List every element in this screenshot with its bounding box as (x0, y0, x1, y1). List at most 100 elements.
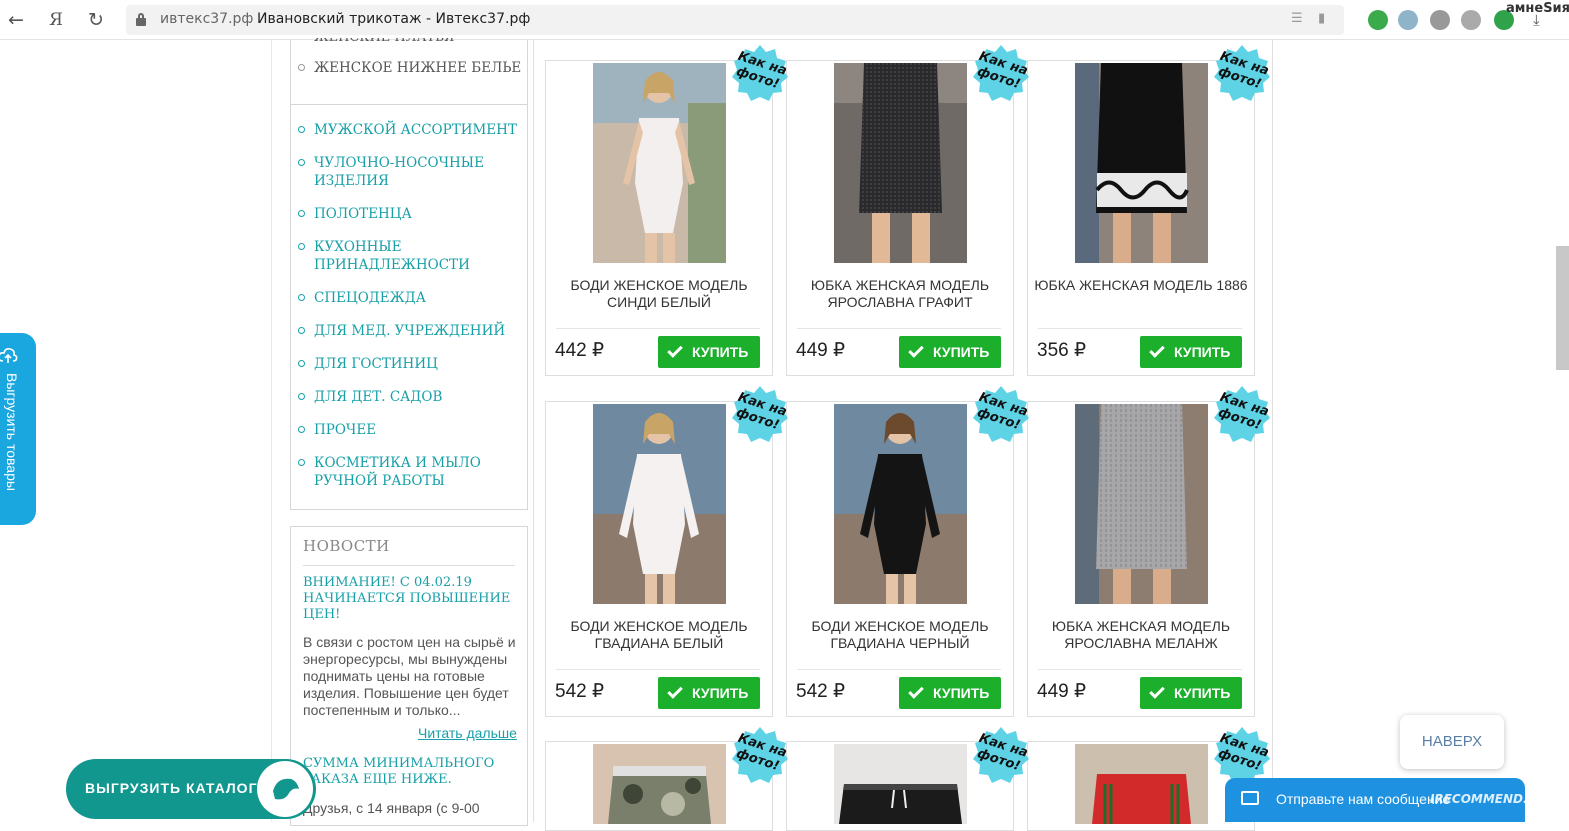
photo-badge: Как на фото! (1213, 44, 1271, 101)
product-photo[interactable] (593, 744, 726, 824)
photo-badge: Как на фото! (731, 44, 789, 101)
photo-badge: Как на фото! (1213, 726, 1271, 783)
buy-button[interactable]: КУПИТЬ (899, 677, 1001, 709)
product-card[interactable]: БОДИ ЖЕНСКОЕ МОДЕЛЬ ГВАДИАНА БЕЛЫЙ 542 ₽… (545, 401, 773, 717)
buy-button[interactable]: КУПИТЬ (658, 336, 760, 368)
photo-badge: Как на фото! (972, 726, 1030, 783)
product-name[interactable]: БОДИ ЖЕНСКОЕ МОДЕЛЬ ГВАДИАНА ЧЕРНЫЙ (791, 618, 1009, 652)
news-headline-link[interactable]: СУММА МИНИМАЛЬНОГО ЗАКАЗА ЕЩЕ НИЖЕ. (303, 756, 517, 788)
product-name[interactable]: БОДИ ЖЕНСКОЕ МОДЕЛЬ ГВАДИАНА БЕЛЫЙ (550, 618, 768, 652)
export-goods-label: Выгрузить товары (4, 373, 20, 491)
menu-item-men[interactable]: МУЖСКОЙ АССОРТИМЕНТ (298, 121, 528, 139)
check-icon (667, 683, 683, 699)
bookmark-icon[interactable]: ▮ (1318, 11, 1325, 26)
extension-icon[interactable] (1368, 10, 1388, 30)
product-card[interactable]: БОДИ ЖЕНСКОЕ МОДЕЛЬ ГВАДИАНА ЧЕРНЫЙ 542 … (786, 401, 1014, 717)
menu-item-kitchen[interactable]: КУХОННЫЕ ПРИНАДЛЕЖНОСТИ (298, 238, 528, 274)
product-card[interactable]: ЮБКА ЖЕНСКАЯ МОДЕЛЬ ЯРОСЛАВНА МЕЛАНЖ 449… (1027, 401, 1255, 717)
scrollbar-thumb[interactable] (1556, 246, 1569, 370)
check-icon (1149, 342, 1165, 358)
product-price: 542 ₽ (555, 681, 605, 702)
menu-item-hosiery[interactable]: ЧУЛОЧНО-НОСОЧНЫЕ ИЗДЕЛИЯ (298, 154, 528, 190)
browser-toolbar: ← Я ↻ ивтекс37.рф Ивановский трикотаж - … (0, 0, 1569, 40)
menu-item-cosmetics[interactable]: КОСМЕТИКА И МЫЛО РУЧНОЙ РАБОТЫ (298, 454, 528, 490)
divider (556, 669, 760, 670)
product-price: 442 ₽ (555, 340, 605, 361)
catalog-menu (290, 40, 528, 510)
photo-badge: Как на фото! (972, 44, 1030, 101)
product-name[interactable]: ЮБКА ЖЕНСКАЯ МОДЕЛЬ ЯРОСЛАВНА ГРАФИТ (791, 277, 1009, 311)
divider (290, 104, 528, 105)
chat-widget-label[interactable]: Отправьте нам сообщение (1276, 791, 1450, 807)
menu-item-towels[interactable]: ПОЛОТЕНЦА (298, 205, 528, 223)
photo-badge: Как на фото! (731, 726, 789, 783)
buy-button[interactable]: КУПИТЬ (1140, 677, 1242, 709)
bullet-icon (298, 327, 305, 334)
product-photo[interactable] (834, 744, 967, 824)
buy-button[interactable]: КУПИТЬ (1140, 336, 1242, 368)
extension-icon[interactable] (1430, 10, 1450, 30)
product-photo[interactable] (1075, 744, 1208, 824)
globe-icon[interactable] (1461, 10, 1481, 30)
page-title: Ивановский трикотаж - Ивтекс37.рф (257, 11, 531, 27)
product-name[interactable]: ЮБКА ЖЕНСКАЯ МОДЕЛЬ 1886 (1032, 277, 1250, 294)
catalog-logo-icon[interactable] (257, 761, 313, 817)
product-photo[interactable] (834, 63, 967, 263)
divider (556, 328, 760, 329)
bullet-icon (298, 64, 305, 71)
news-excerpt: В связи с ростом цен на сырьё и энергоре… (303, 634, 516, 718)
product-photo[interactable] (593, 63, 726, 263)
cloud-upload-icon (0, 348, 18, 363)
product-name[interactable]: БОДИ ЖЕНСКОЕ МОДЕЛЬ СИНДИ БЕЛЫЙ (550, 277, 768, 311)
product-price: 449 ₽ (796, 340, 846, 361)
buy-button[interactable]: КУПИТЬ (899, 336, 1001, 368)
divider (797, 669, 1001, 670)
menu-item-workwear[interactable]: СПЕЦОДЕЖДА (298, 289, 528, 307)
photo-badge: Как на фото! (1213, 385, 1271, 442)
divider (1038, 328, 1242, 329)
export-goods-tab[interactable]: Выгрузить товары (0, 333, 36, 525)
product-card[interactable]: БОДИ ЖЕНСКОЕ МОДЕЛЬ СИНДИ БЕЛЫЙ 442 ₽ КУ… (545, 60, 773, 376)
bullet-icon (298, 294, 305, 301)
bullet-icon (298, 159, 305, 166)
product-photo[interactable] (593, 404, 726, 604)
menu-item-medical[interactable]: ДЛЯ МЕД. УЧРЕЖДЕНИЙ (298, 322, 528, 340)
buy-button[interactable]: КУПИТЬ (658, 677, 760, 709)
check-icon (1149, 683, 1165, 699)
watermark: IRECOMMEND.RU (1430, 792, 1547, 806)
back-icon[interactable]: ← (4, 8, 28, 32)
bullet-icon (298, 243, 305, 250)
yandex-icon[interactable]: Я (44, 8, 68, 32)
product-card[interactable]: ЮБКА ЖЕНСКАЯ МОДЕЛЬ ЯРОСЛАВНА ГРАФИТ 449… (786, 60, 1014, 376)
reader-mode-icon[interactable]: ☰ (1291, 11, 1303, 26)
downloads-icon[interactable]: ⤓ (1533, 11, 1540, 29)
menu-item-hotels[interactable]: ДЛЯ ГОСТИНИЦ (298, 355, 528, 373)
menu-item-kindergarten[interactable]: ДЛЯ ДЕТ. САДОВ (298, 388, 528, 406)
url-domain: ивтекс37.рф (160, 11, 254, 27)
menu-item-women-underwear[interactable]: ЖЕНСКОЕ НИЖНЕЕ БЕЛЬЕ (298, 59, 528, 77)
photo-badge: Как на фото! (972, 385, 1030, 442)
reload-icon[interactable]: ↻ (84, 8, 108, 32)
product-card[interactable]: ЮБКА ЖЕНСКАЯ МОДЕЛЬ 1886 356 ₽ КУПИТЬ (1027, 60, 1255, 376)
bullet-icon (298, 459, 305, 466)
download-arrow-icon[interactable] (1398, 10, 1418, 30)
bullet-icon (298, 426, 305, 433)
menu-item-other[interactable]: ПРОЧЕЕ (298, 421, 528, 439)
scroll-top-button[interactable]: НАВЕРХ (1400, 715, 1504, 769)
news-headline-link[interactable]: ВНИМАНИЕ! С 04.02.19 НАЧИНАЕТСЯ ПОВЫШЕНИ… (303, 575, 517, 623)
product-photo[interactable] (1075, 404, 1208, 604)
news-excerpt: Друзья, с 14 января (с 9-00 (303, 800, 480, 816)
check-icon (667, 342, 683, 358)
export-catalog-label[interactable]: ВЫГРУЗИТЬ КАТАЛОГ (85, 780, 258, 796)
address-bar[interactable]: ивтекс37.рф Ивановский трикотаж - Ивтекс… (126, 5, 1344, 35)
bullet-icon (298, 393, 305, 400)
read-more-link[interactable]: Читать дальше (418, 725, 517, 741)
envelope-icon (1241, 791, 1259, 805)
product-name[interactable]: ЮБКА ЖЕНСКАЯ МОДЕЛЬ ЯРОСЛАВНА МЕЛАНЖ (1032, 618, 1250, 652)
check-icon (908, 342, 924, 358)
product-photo[interactable] (834, 404, 967, 604)
bullet-icon (298, 126, 305, 133)
photo-badge: Как на фото! (731, 385, 789, 442)
divider (797, 328, 1001, 329)
product-photo[interactable] (1075, 63, 1208, 263)
